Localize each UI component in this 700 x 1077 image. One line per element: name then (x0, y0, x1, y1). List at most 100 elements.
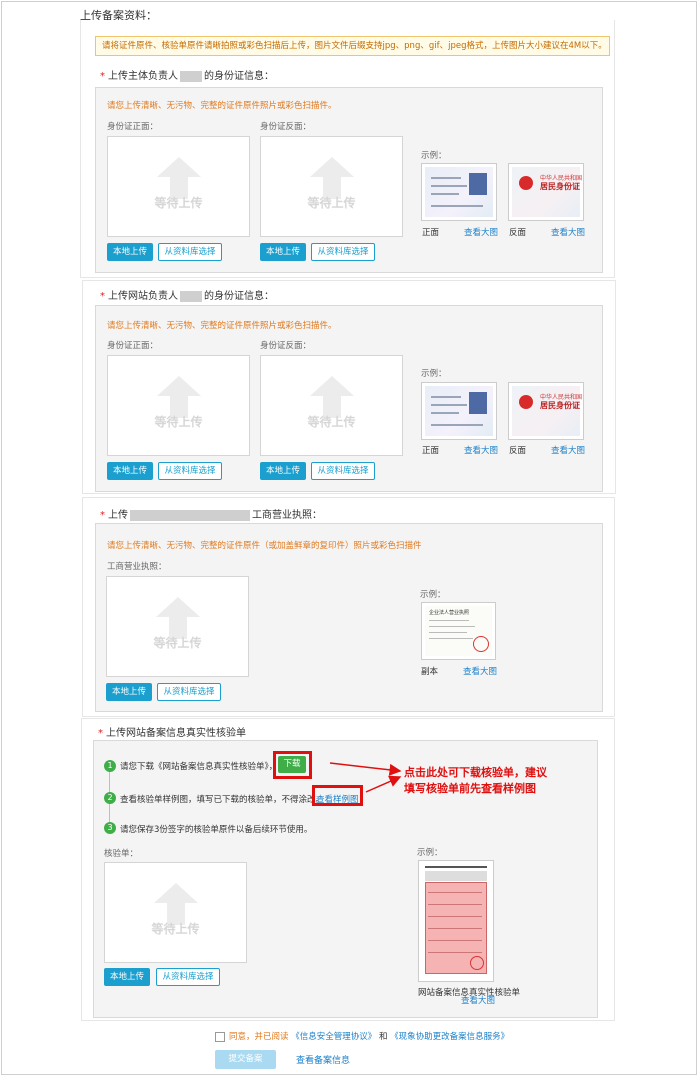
from-library-button[interactable]: 从资料库选择 (158, 243, 222, 261)
agreement-text: 同意，并已阅读 《信息安全管理协议》 和 《现象协助更改备案信息服务》 (229, 1030, 509, 1042)
upload-arrow-icon (309, 376, 354, 396)
label-suffix: 的身份证信息： (204, 291, 274, 302)
upload-box-id-back[interactable]: 等待上传 (260, 136, 403, 237)
redacted-company (130, 509, 250, 521)
local-upload-button[interactable]: 本地上传 (260, 243, 306, 261)
caption-license: 副本 (421, 667, 439, 677)
local-upload-button[interactable]: 本地上传 (106, 683, 152, 701)
portrait-thumb (469, 173, 487, 195)
example-id-front-image (421, 382, 497, 440)
waiting-text: 等待上传 (153, 636, 202, 650)
example-label: 示例： (421, 151, 447, 161)
example-id-front-image (421, 163, 497, 221)
waiting-text: 等待上传 (307, 415, 356, 429)
label-text: 上传网站备案信息真实性核验单 (106, 728, 246, 739)
upload-box-id-front[interactable]: 等待上传 (107, 355, 250, 456)
id-front-label: 身份证正面： (107, 341, 159, 351)
example-verify-form-image (418, 860, 494, 982)
view-large-link[interactable]: 查看大图 (551, 444, 585, 456)
view-large-link[interactable]: 查看大图 (464, 226, 498, 238)
annotation-line-2: 填写核验单前先查看样例图 (404, 782, 536, 795)
upload-arrow-icon (153, 883, 198, 903)
view-large-link[interactable]: 查看大图 (461, 994, 495, 1006)
label-prefix: 上传 (108, 510, 128, 521)
id-back-label: 身份证反面： (260, 341, 312, 351)
agree-prefix: 同意，并已阅读 (229, 1032, 289, 1042)
submit-button[interactable]: 提交备案 (215, 1050, 276, 1069)
id-back-label: 身份证反面： (260, 122, 312, 132)
annotation-line-1: 点击此处可下载核验单，建议 (404, 766, 547, 779)
from-library-button[interactable]: 从资料库选择 (311, 243, 375, 261)
from-library-button[interactable]: 从资料库选择 (156, 968, 220, 986)
local-upload-button[interactable]: 本地上传 (107, 462, 153, 480)
upload-arrow-icon (156, 376, 201, 396)
caption-back: 反面 (509, 228, 527, 238)
step-3-badge: 3 (104, 822, 116, 834)
seal-icon (473, 636, 489, 652)
example-label: 示例： (417, 848, 443, 858)
upload-notice: 请将证件原件、核验单原件请晰拍照或彩色扫描后上传，图片文件后缀支持jpg、png… (95, 36, 610, 56)
waiting-text: 等待上传 (151, 922, 200, 936)
required-mark: * (100, 291, 105, 302)
emblem-icon (519, 176, 533, 190)
upload-box-id-back[interactable]: 等待上传 (260, 355, 403, 456)
upload-arrow-icon (309, 157, 354, 177)
redacted-name (180, 70, 202, 82)
section-label-principal: * 上传主体负责人 的身份证信息： (100, 67, 274, 82)
waiting-text: 等待上传 (154, 196, 203, 210)
caption-front: 正面 (422, 228, 440, 238)
view-large-link[interactable]: 查看大图 (463, 665, 497, 677)
license-field-label: 工商营业执照： (107, 562, 167, 572)
caption-front: 正面 (422, 446, 440, 456)
from-library-button[interactable]: 从资料库选择 (157, 683, 221, 701)
hint-website: 请您上传清晰、无污物、完整的证件原件照片或彩色扫描件。 (107, 321, 337, 331)
upload-arrow-icon (156, 157, 201, 177)
required-mark: * (100, 510, 105, 521)
verify-field-label: 核验单： (104, 849, 139, 859)
example-id-back-image: 中华人民共和国 居民身份证 (508, 382, 584, 440)
caption-back: 反面 (509, 446, 527, 456)
example-license-image: 企业法人营业执照 (421, 602, 496, 660)
hint-principal: 请您上传清晰、无污物、完整的证件原件照片或彩色扫描件。 (107, 101, 337, 111)
waiting-text: 等待上传 (154, 415, 203, 429)
emblem-icon (519, 395, 533, 409)
required-mark: * (98, 728, 103, 739)
id-front-label: 身份证正面： (107, 122, 159, 132)
portrait-thumb (469, 392, 487, 414)
example-label: 示例： (421, 369, 447, 379)
highlight-download (273, 751, 312, 779)
local-upload-button[interactable]: 本地上传 (260, 462, 306, 480)
step-2-badge: 2 (104, 792, 116, 804)
waiting-text: 等待上传 (307, 196, 356, 210)
section-label-website: * 上传网站负责人 的身份证信息： (100, 287, 274, 302)
view-large-link[interactable]: 查看大图 (551, 226, 585, 238)
agree-and: 和 (378, 1032, 388, 1042)
label-suffix: 工商营业执照： (252, 510, 322, 521)
section-label-verify: * 上传网站备案信息真实性核验单 (98, 724, 246, 739)
from-library-button[interactable]: 从资料库选择 (158, 462, 222, 480)
example-label: 示例： (420, 590, 446, 600)
agreement-link-2[interactable]: 《现象协助更改备案信息服务》 (390, 1032, 509, 1042)
required-mark: * (100, 71, 105, 82)
step-3-text: 请您保存3份签字的核验单原件以备后续环节使用。 (120, 825, 313, 835)
step-2-text: 查看核验单样例图，填写已下载的核验单，不得涂改。 (120, 795, 325, 805)
view-filing-info-link[interactable]: 查看备案信息 (296, 1053, 350, 1066)
section-label-license: * 上传 工商营业执照： (100, 506, 322, 521)
label-suffix: 的身份证信息： (204, 71, 274, 82)
label-prefix: 上传主体负责人 (108, 71, 178, 82)
seal-icon (470, 956, 484, 970)
upload-box-id-front[interactable]: 等待上传 (107, 136, 250, 237)
from-library-button[interactable]: 从资料库选择 (311, 462, 375, 480)
view-large-link[interactable]: 查看大图 (464, 444, 498, 456)
upload-box-license[interactable]: 等待上传 (106, 576, 249, 677)
local-upload-button[interactable]: 本地上传 (107, 243, 153, 261)
local-upload-button[interactable]: 本地上传 (104, 968, 150, 986)
redacted-name (180, 290, 202, 302)
example-id-back-image: 中华人民共和国 居民身份证 (508, 163, 584, 221)
upload-box-verify-form[interactable]: 等待上传 (104, 862, 247, 963)
agree-checkbox[interactable] (215, 1032, 225, 1042)
upload-arrow-icon (155, 597, 200, 617)
agreement-link-1[interactable]: 《信息安全管理协议》 (291, 1032, 376, 1042)
step-1-text: 请您下载《网站备案信息真实性核验单》， (120, 762, 278, 772)
label-prefix: 上传网站负责人 (108, 291, 178, 302)
